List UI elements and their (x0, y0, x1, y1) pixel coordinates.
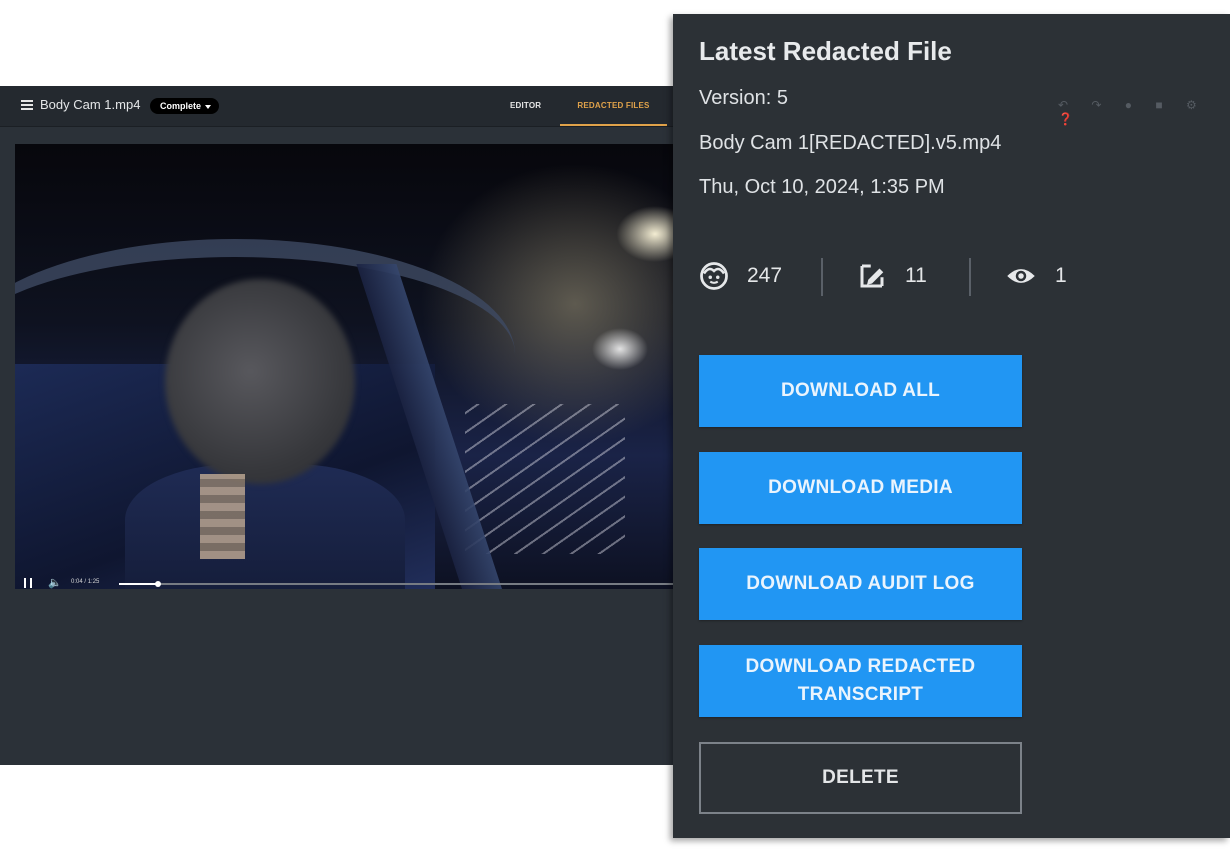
shape-count-stat: 11 (857, 254, 927, 298)
playback-time: 0:04 / 1:25 (71, 579, 99, 585)
status-dropdown[interactable]: Complete (150, 98, 220, 114)
delete-button[interactable]: DELETE (699, 742, 1022, 814)
stats-divider (821, 258, 823, 296)
seek-bar[interactable] (119, 581, 675, 587)
hamburger-menu-icon[interactable] (21, 100, 33, 110)
redacted-date: Thu, Oct 10, 2024, 1:35 PM (699, 176, 945, 198)
video-scene-lights (465, 404, 625, 554)
redaction-stats: 247 11 1 (699, 254, 1099, 298)
face-count-stat: 247 (699, 254, 782, 298)
status-label: Complete (160, 101, 202, 111)
edit-shape-icon (860, 264, 884, 288)
download-media-button[interactable]: DOWNLOAD MEDIA (699, 452, 1022, 524)
view-count-stat: 1 (1005, 254, 1067, 298)
tab-editor[interactable]: EDITOR (510, 86, 541, 124)
eye-icon (1007, 269, 1035, 283)
pause-icon[interactable] (24, 578, 32, 588)
version-label: Version: 5 (699, 87, 788, 109)
current-time: 0:04 (71, 579, 83, 585)
view-count-value: 1 (1055, 264, 1067, 287)
stats-divider (969, 258, 971, 296)
redacted-face-blur (165, 279, 355, 484)
latest-redacted-file-panel: Latest Redacted File ↶ ↷ ● ■ ⚙ ❓ Version… (673, 14, 1230, 838)
editor-app-window: Body Cam 1.mp4 Complete EDITOR REDACTED … (0, 86, 700, 765)
caret-down-icon (205, 104, 212, 109)
download-audit-log-button[interactable]: DOWNLOAD AUDIT LOG (699, 548, 1022, 620)
video-frame[interactable] (15, 144, 675, 589)
file-title: Body Cam 1.mp4 (40, 97, 141, 112)
time-separator: / (84, 579, 87, 585)
video-controls: 🔈 0:04 / 1:25 (15, 576, 675, 596)
background-toolbar-icons: ↶ ↷ ● ■ ⚙ ❓ (1058, 98, 1207, 126)
duration: 1:25 (87, 579, 100, 585)
shape-count-value: 11 (905, 264, 927, 287)
redacted-pixelation (200, 474, 245, 559)
face-icon (700, 262, 728, 290)
face-count-value: 247 (747, 264, 783, 287)
seek-handle[interactable] (154, 581, 161, 587)
panel-title: Latest Redacted File (699, 36, 952, 66)
redacted-file-name: Body Cam 1[REDACTED].v5.mp4 (699, 132, 1002, 154)
seek-progress (119, 583, 158, 585)
download-all-button[interactable]: DOWNLOAD ALL (699, 355, 1022, 427)
app-top-bar: Body Cam 1.mp4 Complete EDITOR REDACTED … (0, 86, 700, 127)
tab-redacted-files[interactable]: REDACTED FILES (560, 86, 667, 126)
download-redacted-transcript-button[interactable]: DOWNLOAD REDACTED TRANSCRIPT (699, 645, 1022, 717)
volume-icon[interactable]: 🔈 (48, 576, 62, 589)
